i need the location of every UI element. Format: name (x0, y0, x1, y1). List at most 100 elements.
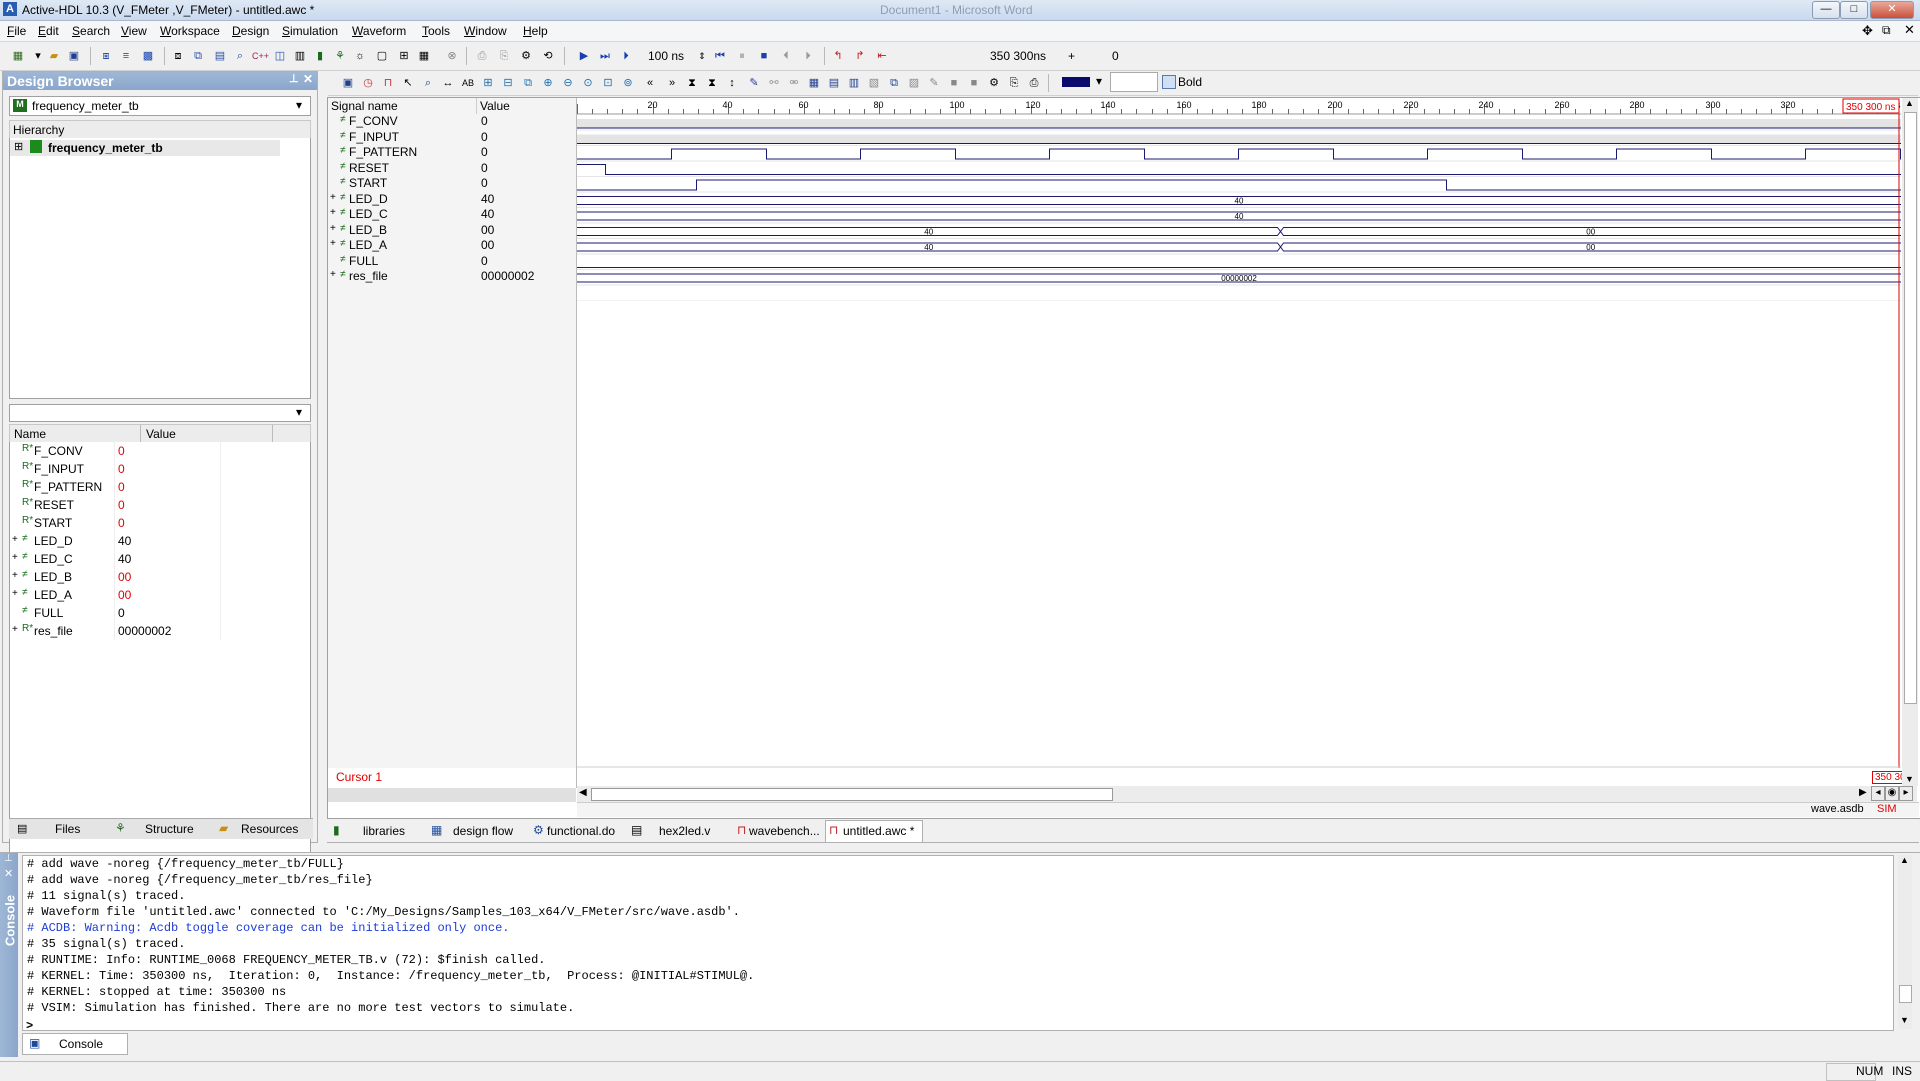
window-icon[interactable]: ▤ (212, 48, 228, 64)
ab-icon[interactable]: AB (460, 75, 476, 91)
next-edge-icon[interactable]: » (664, 75, 680, 91)
menu-window[interactable]: Window (464, 24, 507, 38)
tree-item-row[interactable]: ⊞ frequency_meter_tb (10, 140, 280, 156)
save-wave-icon[interactable]: ▣ (340, 75, 356, 91)
menu-help[interactable]: Help (523, 24, 548, 38)
stats-icon[interactable]: ◫ (272, 48, 288, 64)
stop-icon[interactable]: ■ (756, 48, 772, 64)
zoom-next-icon[interactable]: ▸ (1899, 786, 1913, 801)
rewind-icon[interactable]: ⏮ (712, 48, 728, 64)
comment-icon[interactable]: ▧ (866, 75, 882, 91)
object-row[interactable]: ≠ FULL 0 (10, 604, 310, 622)
tree-icon[interactable]: ⚘ (332, 48, 348, 64)
prev-edge-icon[interactable]: « (642, 75, 658, 91)
menu-view[interactable]: View (121, 24, 147, 38)
sim-time-field[interactable]: 350 300ns (990, 49, 1046, 63)
link-icon[interactable]: ⚯ (766, 75, 782, 91)
console-scroll-up-icon[interactable]: ▲ (1900, 855, 1909, 865)
console-prompt[interactable]: > (26, 1019, 33, 1033)
tab-untitled-awc[interactable]: untitled.awc * (843, 824, 914, 838)
trace-out-icon[interactable]: ⇤ (874, 48, 890, 64)
console-scroll-down-icon[interactable]: ▼ (1900, 1015, 1909, 1025)
expand-icon[interactable]: + (330, 192, 336, 203)
find-icon[interactable]: ⌕ (232, 48, 248, 64)
name-header[interactable]: Name (14, 427, 46, 441)
step-back-icon[interactable]: ⏴ (778, 48, 794, 64)
scroll-right-icon[interactable]: ▶ (1859, 787, 1867, 798)
filter-combo[interactable]: ▾ (9, 404, 311, 422)
tab-functional-do[interactable]: functional.do (547, 824, 615, 838)
trace-into-icon[interactable]: ↰ (830, 48, 846, 64)
stimulator-icon[interactable]: ⊓ (380, 75, 396, 91)
compile-all-icon[interactable]: ⎘ (496, 48, 512, 64)
overlay-icon[interactable]: ▨ (906, 75, 922, 91)
run-until-icon[interactable]: ⏭ (597, 48, 613, 64)
export-icon[interactable]: ⎘ (1006, 75, 1022, 91)
signal-name-header[interactable]: Signal name (328, 98, 476, 115)
window2-icon[interactable]: ▢ (374, 48, 390, 64)
close-button[interactable]: ✕ (1870, 1, 1914, 19)
object-row[interactable]: R* F_CONV 0 (10, 442, 310, 460)
pause-icon[interactable]: ⏸ (734, 48, 750, 64)
console-output[interactable]: # add wave -noreg {/frequency_meter_tb/F… (22, 855, 1894, 1031)
add-signal-icon[interactable]: ⊞ (480, 75, 496, 91)
print-icon[interactable]: ⎙ (1026, 75, 1042, 91)
scroll-thumb[interactable] (591, 788, 1113, 801)
console-scroll-thumb[interactable] (1899, 985, 1912, 1003)
bulb-icon[interactable]: ☼ (352, 48, 368, 64)
expand-icon[interactable]: ⊞ (14, 140, 23, 153)
menu-edit[interactable]: Edit (38, 24, 59, 38)
zoom-range-icon[interactable]: ⊡ (600, 75, 616, 91)
open-folder-icon[interactable]: ▰ (46, 48, 62, 64)
signal-row[interactable]: + ≠ LED_A 00 (328, 238, 576, 253)
gray-box2-icon[interactable]: ■ (966, 75, 982, 91)
object-row[interactable]: R* F_INPUT 0 (10, 460, 310, 478)
group-icon[interactable]: ▥ (846, 75, 862, 91)
copy-icon[interactable]: ⧉ (520, 75, 536, 91)
console-close-icon[interactable]: ✕ (4, 867, 13, 880)
zoom-icon[interactable]: ⌕ (420, 75, 436, 91)
run-for-icon[interactable]: ⏵ (618, 48, 634, 64)
format-icon[interactable]: ▦ (806, 75, 822, 91)
step-time-field[interactable]: 100 ns (648, 49, 684, 63)
find-prev-icon[interactable]: ⧗ (684, 75, 700, 91)
object-row[interactable]: + ≠ LED_C 40 (10, 550, 310, 568)
expand-icon[interactable]: + (12, 534, 18, 545)
value-header[interactable]: Value (146, 427, 176, 441)
spin-icon[interactable]: ⇕ (694, 48, 710, 64)
tab-files[interactable]: Files (55, 822, 80, 836)
design-combo[interactable]: M frequency_meter_tb ▾ (9, 96, 311, 116)
pen-icon[interactable]: ✎ (746, 75, 762, 91)
bold-checkbox[interactable] (1162, 75, 1176, 89)
signal-row[interactable]: ≠ F_CONV 0 (328, 114, 576, 129)
save-icon[interactable]: ▣ (66, 48, 82, 64)
tab-design-flow[interactable]: design flow (453, 824, 513, 838)
hierarchy-icon[interactable]: ⧈ (170, 48, 186, 64)
menu-simulation[interactable]: Simulation (282, 24, 338, 38)
library-icon[interactable]: ⧉ (190, 48, 206, 64)
design-icon[interactable]: ⧆ (98, 48, 114, 64)
tab-hex2led[interactable]: hex2led.v (659, 824, 710, 838)
step-icon[interactable]: ⏵ (800, 48, 816, 64)
zoom-prev-icon[interactable]: ◂ (1871, 786, 1885, 801)
tab-structure[interactable]: Structure (145, 822, 194, 836)
signal-row[interactable]: ≠ START 0 (328, 176, 576, 191)
compile-icon[interactable]: ≡ (118, 48, 134, 64)
close-doc-icon[interactable]: ✕ (1904, 22, 1915, 38)
signal-row[interactable]: + ≠ res_file 00000002 (328, 269, 576, 284)
counter-field[interactable]: 0 (1112, 49, 1119, 63)
vertical-scrollbar[interactable]: ▲ ▼ (1902, 98, 1918, 786)
book-icon[interactable]: ▦ (416, 48, 432, 64)
grid-icon[interactable]: ▩ (140, 48, 156, 64)
object-row[interactable]: R* RESET 0 (10, 496, 310, 514)
database-icon[interactable]: ▥ (292, 48, 308, 64)
chevron-down-icon[interactable]: ▾ (296, 98, 302, 112)
dropdown-icon[interactable]: ▾ (30, 48, 46, 64)
object-row[interactable]: + ≠ LED_B 00 (10, 568, 310, 586)
pointer-icon[interactable]: ↖ (400, 75, 416, 91)
scroll-down-icon[interactable]: ▼ (1905, 774, 1914, 784)
menu-design[interactable]: Design (232, 24, 269, 38)
object-row[interactable]: + R* res_file 00000002 (10, 622, 310, 640)
object-row[interactable]: R* START 0 (10, 514, 310, 532)
list-icon[interactable]: ▤ (826, 75, 842, 91)
